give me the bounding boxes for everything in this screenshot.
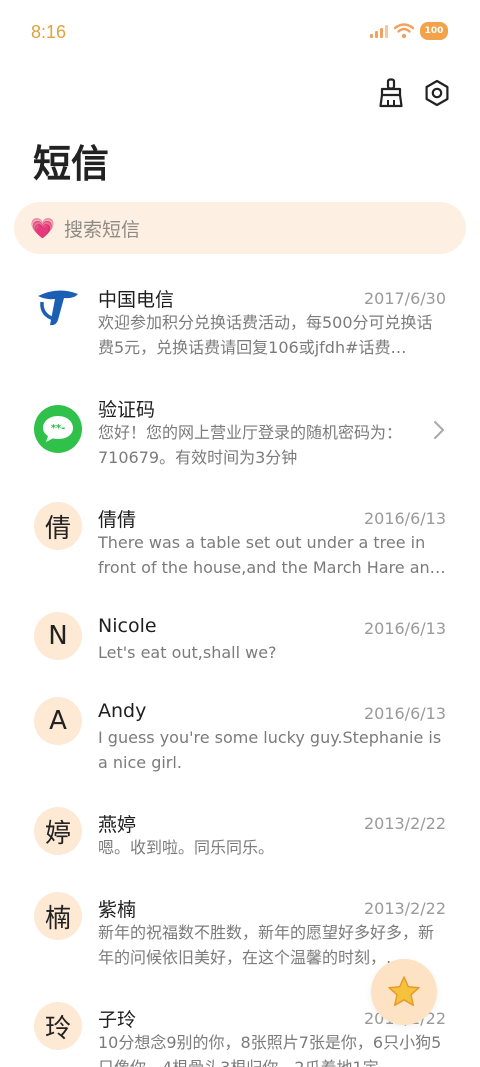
- top-actions: [376, 78, 452, 108]
- message-date: 2016/6/13: [363, 509, 446, 528]
- message-preview: 10分想念9别的你，8张照片7张是你，6只小狗5只像你，4根骨头3根归你，2爪着…: [98, 1033, 442, 1067]
- conversation-row[interactable]: 中国电信 2017/6/30 欢迎参加积分兑换话费活动，每500分可兑换话费5元…: [0, 268, 480, 378]
- conversation-row[interactable]: 婷 燕婷 2013/2/22 嗯。收到啦。同乐同乐。: [0, 793, 480, 878]
- telecom-logo-icon: [34, 282, 82, 330]
- contact-name: 验证码: [98, 399, 156, 421]
- message-bubble-icon: **-: [34, 405, 82, 453]
- search-input[interactable]: 💗 搜索短信: [14, 202, 466, 254]
- battery-icon: 100: [420, 22, 448, 40]
- avatar: 楠: [34, 892, 82, 940]
- contact-name: 中国电信: [98, 289, 175, 311]
- search-placeholder: 搜索短信: [64, 218, 141, 241]
- message-date: 2016/6/13: [363, 704, 446, 723]
- message-preview: I guess you're some lucky guy.Stephanie …: [98, 728, 442, 772]
- message-preview: There was a table set out under a tree i…: [98, 533, 446, 577]
- conversation-row[interactable]: **- 验证码 您好！您的网上营业厅登录的随机密码为：710679。有效时间为3…: [0, 378, 480, 488]
- status-bar: 8:16 100: [0, 0, 480, 68]
- status-icons: 100: [370, 22, 448, 40]
- status-time: 8:16: [31, 22, 67, 42]
- heart-icon: 💗: [30, 216, 55, 240]
- wifi-icon: [394, 23, 414, 39]
- star-icon[interactable]: [371, 959, 437, 1025]
- conversation-row[interactable]: N Nicole 2016/6/13 Let's eat out,shall w…: [0, 598, 480, 683]
- conversation-row[interactable]: A Andy 2016/6/13 I guess you're some luc…: [0, 683, 480, 793]
- message-date: 2013/2/22: [363, 814, 446, 833]
- contact-name: 倩倩: [98, 509, 137, 531]
- message-preview: 嗯。收到啦。同乐同乐。: [98, 838, 275, 857]
- sms-avatar-text: **-: [51, 423, 66, 434]
- message-date: 2013/2/22: [363, 899, 446, 918]
- broom-icon[interactable]: [376, 78, 406, 108]
- message-preview: 您好！您的网上营业厅登录的随机密码为：710679。有效时间为3分钟: [98, 423, 403, 467]
- message-date: 2017/6/30: [363, 289, 446, 308]
- page-title: 短信: [33, 142, 110, 186]
- gear-icon[interactable]: [422, 78, 452, 108]
- message-preview: 欢迎参加积分兑换话费活动，每500分可兑换话费5元，兑换话费请回复106或jfd…: [98, 313, 433, 357]
- avatar: A: [34, 697, 82, 745]
- conversation-row[interactable]: 倩 倩倩 2016/6/13 There was a table set out…: [0, 488, 480, 598]
- message-preview: Let's eat out,shall we?: [98, 643, 277, 662]
- avatar: 婷: [34, 807, 82, 855]
- chevron-right-icon: [434, 421, 444, 439]
- contact-name: 紫楠: [98, 899, 137, 921]
- contact-name: Nicole: [98, 615, 157, 637]
- avatar: 倩: [34, 502, 82, 550]
- contact-name: 燕婷: [98, 814, 137, 836]
- message-date: 2016/6/13: [363, 619, 446, 638]
- avatar: 玲: [34, 1002, 82, 1050]
- avatar: N: [34, 612, 82, 660]
- signal-icon: [370, 24, 388, 38]
- contact-name: Andy: [98, 700, 147, 722]
- contact-name: 子玲: [98, 1009, 137, 1031]
